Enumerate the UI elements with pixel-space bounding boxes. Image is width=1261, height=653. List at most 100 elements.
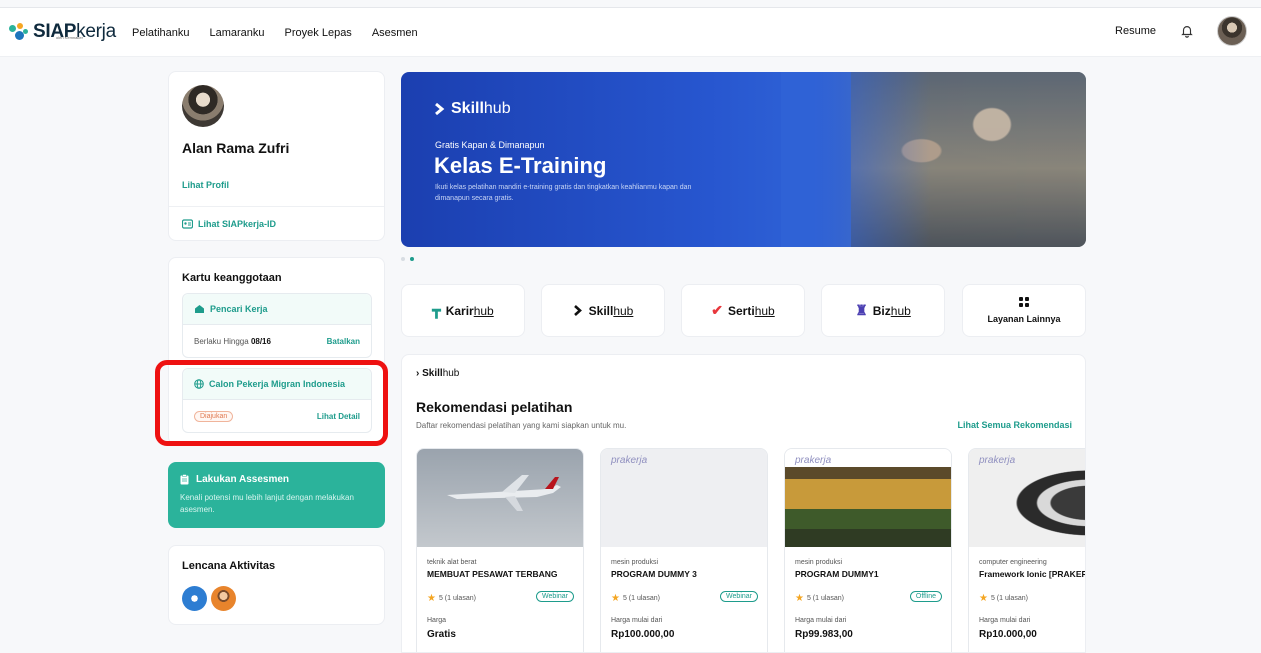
grid-icon (1019, 297, 1029, 307)
price-label: Harga mulai dari (611, 617, 663, 624)
course-category: mesin produksi (611, 559, 659, 566)
job-seeker-label: Pencari Kerja (210, 304, 268, 314)
price-label: Harga mulai dari (979, 617, 1031, 624)
course-rating: ★ 5 (1 ulasan) (611, 593, 660, 604)
course-rating: ★ 5 (1 ulasan) (427, 593, 476, 604)
bizhub-tile[interactable]: ♜ Biz hub (821, 284, 945, 337)
star-icon: ★ (795, 593, 804, 604)
course-rating: ★ 5 (1 ulasan) (979, 593, 1028, 604)
banner-fade (781, 72, 931, 247)
prakerja-logo: prakerja (979, 455, 1016, 466)
chevron-right-icon (435, 102, 445, 116)
carousel-dot-active[interactable] (410, 257, 414, 261)
view-profile-link[interactable]: Lihat Profil (182, 180, 229, 190)
document-badge-icon[interactable] (182, 586, 207, 611)
divider (169, 206, 384, 207)
valid-until: Berlaku Hingga 08/16 (194, 336, 271, 346)
more-services-tile[interactable]: Layanan Lainnya (962, 284, 1086, 337)
nav-lamaranku[interactable]: Lamaranku (210, 27, 265, 39)
highlight-box (155, 360, 388, 446)
karirhub-icon: ┳ (432, 302, 441, 318)
view-siapkerja-id-link[interactable]: Lihat SIAPkerja-ID (182, 219, 276, 229)
course-category: mesin produksi (795, 559, 843, 566)
sertihub-tile[interactable]: ✔ Serti hub (681, 284, 805, 337)
clipboard-icon (180, 474, 189, 485)
prakerja-logo: prakerja (795, 455, 832, 466)
airplane-image (447, 475, 561, 511)
cancel-membership-link[interactable]: Batalkan (327, 337, 360, 346)
star-icon: ★ (611, 593, 620, 604)
id-card-icon (182, 219, 193, 229)
bizhub-icon: ♜ (855, 302, 868, 318)
banner-kicker: Gratis Kapan & Dimanapun (435, 140, 545, 150)
course-category: computer engineering (979, 559, 1047, 566)
bell-icon[interactable] (1180, 24, 1194, 38)
star-icon: ★ (979, 593, 988, 604)
profile-avatar (182, 85, 224, 127)
activity-badges-card: Lencana Aktivitas (168, 545, 385, 625)
course-thumbnail: prakerja (969, 449, 1085, 547)
more-services-label: Layanan Lainnya (987, 314, 1061, 324)
banner-description: Ikuti kelas pelatihan mandiri e-training… (435, 184, 692, 202)
course-type-badge: Webinar (536, 591, 574, 602)
course-card[interactable]: teknik alat berat MEMBUAT PESAWAT TERBAN… (416, 448, 584, 652)
course-thumbnail (417, 449, 583, 547)
person-badge-icon[interactable] (211, 586, 236, 611)
skillhub-tile[interactable]: Skill hub (541, 284, 665, 337)
logo-subtitle: oleh Kemnaker (56, 35, 83, 40)
see-all-recommendations-link[interactable]: Lihat Semua Rekomendasi (957, 420, 1072, 430)
course-name: PROGRAM DUMMY 3 (611, 569, 697, 579)
assessment-description: Kenali potensi mu lebih lanjut dengan me… (180, 493, 354, 514)
course-thumbnail: prakerja (601, 449, 767, 547)
job-seeker-membership: Pencari Kerja Berlaku Hingga 08/16 Batal… (182, 293, 372, 358)
course-type-badge: Offline (909, 591, 942, 602)
course-card[interactable]: prakerja mesin produksi PROGRAM DUMMY 3 … (600, 448, 768, 652)
course-price: Rp100.000,00 (611, 629, 675, 640)
course-rating: ★ 5 (1 ulasan) (795, 593, 844, 604)
skillhub-banner[interactable]: Skill hub Gratis Kapan & Dimanapun Kelas … (401, 72, 1086, 247)
job-seeker-header: Pencari Kerja (183, 294, 371, 325)
course-name: PROGRAM DUMMY1 (795, 569, 879, 579)
carousel-dot[interactable] (401, 257, 405, 261)
banner-title: Kelas E-Training (434, 153, 607, 178)
course-card[interactable]: prakerja computer engineering Framework … (968, 448, 1085, 652)
price-label: Harga (427, 617, 447, 624)
course-name: MEMBUAT PESAWAT TERBANG (427, 569, 558, 579)
course-type-badge: Webinar (720, 591, 758, 602)
course-thumbnail: prakerja (785, 449, 951, 547)
assessment-card[interactable]: Lakukan Assesmen Kenali potensi mu lebih… (168, 462, 385, 528)
nav-proyek-lepas[interactable]: Proyek Lepas (285, 27, 352, 39)
recommendation-panel: › Skillhub Rekomendasi pelatihan Daftar … (401, 354, 1086, 653)
recommendation-subtitle: Daftar rekomendasi pelatihan yang kami s… (416, 421, 627, 430)
skillhub-logo: Skill hub (433, 100, 511, 118)
course-price: Rp10.000,00 (979, 629, 1037, 640)
nav-asesmen[interactable]: Asesmen (372, 27, 418, 39)
course-name: Framework Ionic [PRAKERJA] (979, 569, 1085, 579)
price-label: Harga mulai dari (795, 617, 847, 624)
course-category: teknik alat berat (427, 559, 477, 566)
recommendation-title: Rekomendasi pelatihan (416, 399, 573, 415)
karirhub-tile[interactable]: ┳ Karir hub (401, 284, 525, 337)
course-price: Gratis (427, 629, 456, 640)
profile-name: Alan Rama Zufri (182, 140, 290, 156)
main-nav: Pelatihanku Lamaranku Proyek Lepas Asesm… (132, 27, 438, 39)
course-card[interactable]: prakerja mesin produksi PROGRAM DUMMY1 ★… (784, 448, 952, 652)
view-id-label: Lihat SIAPkerja-ID (198, 219, 277, 229)
star-icon: ★ (427, 593, 436, 604)
carousel-dots (401, 257, 414, 261)
user-avatar[interactable] (1217, 16, 1247, 46)
activity-badges-title: Lencana Aktivitas (182, 560, 276, 572)
logo-icon (9, 23, 29, 41)
job-seeker-footer: Berlaku Hingga 08/16 Batalkan (183, 325, 371, 357)
membership-title: Kartu keanggotaan (182, 272, 282, 284)
prakerja-logo: prakerja (611, 455, 648, 466)
home-icon (195, 305, 204, 313)
course-price: Rp99.983,00 (795, 629, 853, 640)
skillhub-small-logo: › Skillhub (416, 368, 460, 379)
assessment-title: Lakukan Assesmen (180, 474, 289, 485)
top-navbar: SIAPkerja oleh Kemnaker Pelatihanku Lama… (0, 7, 1261, 57)
skillhub-icon (573, 305, 582, 316)
profile-card: Alan Rama Zufri Lihat Profil Lihat SIAPk… (168, 71, 385, 241)
resume-link[interactable]: Resume (1115, 25, 1156, 37)
nav-pelatihanku[interactable]: Pelatihanku (132, 27, 190, 39)
